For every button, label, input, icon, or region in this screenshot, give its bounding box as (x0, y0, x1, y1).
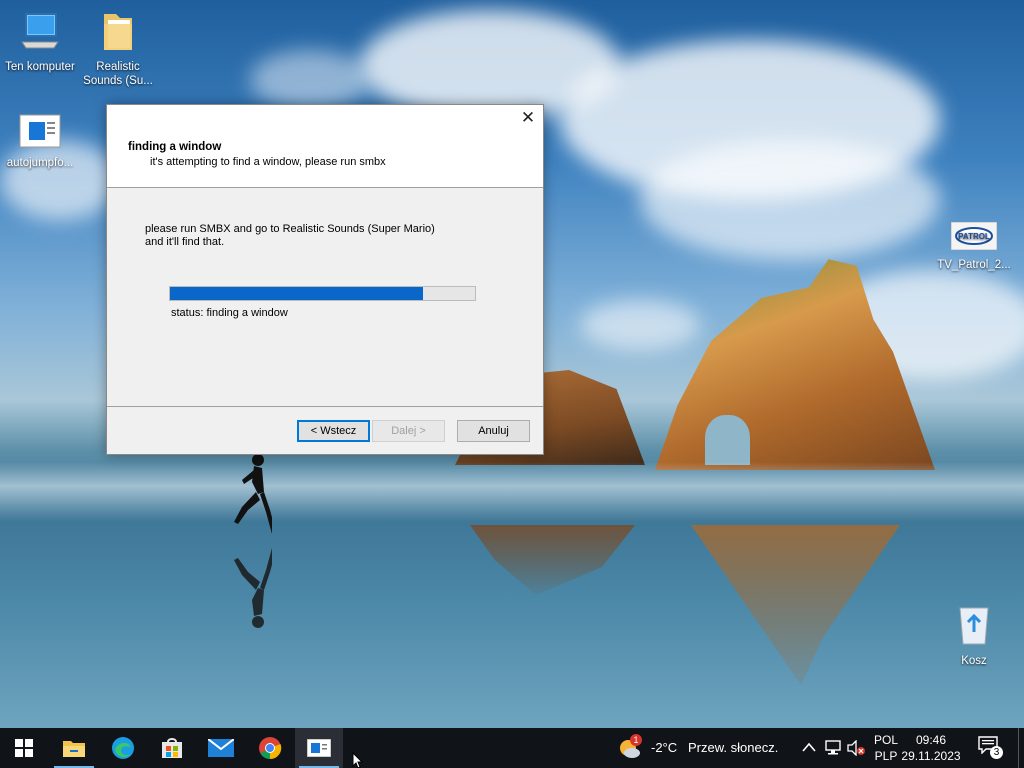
microsoft-store-icon (162, 738, 182, 758)
desktop-icon-autojump[interactable]: autojumpfo... (0, 114, 80, 170)
computer-icon (21, 13, 59, 49)
tv-patrol-logo-icon: PATROL (950, 221, 998, 251)
next-button[interactable]: Dalej > (372, 420, 445, 442)
weather-temperature[interactable]: -2°C (651, 740, 677, 755)
footer-divider (107, 406, 543, 407)
status-text: status: finding a window (171, 307, 288, 319)
volume-muted-icon[interactable] (847, 740, 865, 756)
cancel-button[interactable]: Anuluj (457, 420, 530, 442)
language-indicator[interactable]: POL PLP (868, 732, 904, 764)
close-icon[interactable]: ✕ (513, 105, 543, 131)
dialog-header: finding a window it's attempting to find… (107, 131, 543, 188)
notification-count-badge: 3 (990, 746, 1003, 759)
dialog-header-title: finding a window (128, 141, 222, 153)
clock[interactable]: 09:46 29.11.2023 (900, 732, 962, 764)
taskbar-installer-app[interactable] (295, 728, 343, 768)
edge-icon (112, 737, 134, 759)
installer-app-icon (307, 739, 331, 757)
taskbar-store[interactable] (148, 728, 196, 768)
mouse-cursor-icon (352, 752, 364, 768)
start-button[interactable] (0, 728, 48, 768)
weather-widget[interactable]: 1 (618, 734, 646, 760)
recycle-bin-icon (959, 607, 989, 645)
desktop-icon-realistic-sounds[interactable]: Realistic Sounds (Su... (78, 10, 158, 88)
desktop-icon-recycle-bin[interactable]: Kosz (934, 602, 1014, 668)
taskbar-mail[interactable] (197, 728, 245, 768)
progress-bar (169, 286, 476, 301)
dialog-instructions: please run SMBX and go to Realistic Soun… (145, 223, 435, 248)
chevron-up-icon[interactable] (802, 742, 816, 752)
svg-text:PATROL: PATROL (958, 232, 990, 241)
dialog-header-subtitle: it's attempting to find a window, please… (150, 156, 386, 168)
mail-icon (208, 739, 234, 757)
folder-icon (104, 14, 132, 50)
file-explorer-icon (63, 741, 85, 757)
network-disconnected-icon[interactable] (824, 740, 842, 756)
runner-silhouette (234, 454, 272, 534)
weather-badge: 1 (630, 734, 642, 746)
desktop-icon-this-pc[interactable]: Ten komputer (0, 10, 80, 74)
desktop-icon-tv-patrol[interactable]: PATROL TV_Patrol_2... (934, 221, 1014, 272)
back-button[interactable]: < Wstecz (297, 420, 370, 442)
taskbar-file-explorer[interactable] (50, 728, 98, 768)
progress-bar-fill (170, 287, 424, 300)
clock-time: 09:46 (915, 733, 947, 747)
weather-description[interactable]: Przew. słonecz. (688, 740, 778, 755)
show-desktop-button[interactable] (1018, 728, 1019, 768)
chrome-icon (259, 737, 282, 760)
taskbar-edge[interactable] (99, 728, 147, 768)
clock-date: 29.11.2023 (901, 749, 961, 763)
notification-center-button[interactable]: 3 (978, 736, 1006, 760)
dialog-titlebar[interactable]: ✕ (107, 105, 543, 131)
windows-start-icon (15, 739, 33, 757)
taskbar-chrome[interactable] (246, 728, 294, 768)
taskbar: 1 -2°C Przew. słonecz. POL PLP 09:46 29.… (0, 728, 1024, 768)
wizard-dialog: ✕ finding a window it's attempting to fi… (106, 104, 544, 455)
application-window-icon (19, 114, 61, 148)
